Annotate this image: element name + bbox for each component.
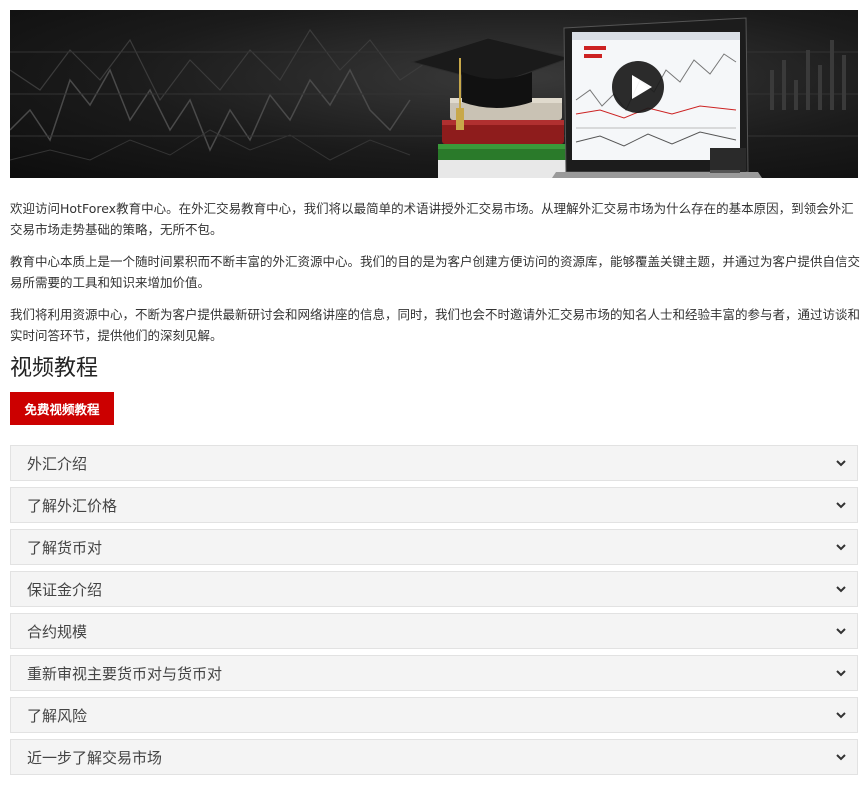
banner-illustration — [10, 17, 858, 178]
chevron-down-icon[interactable] — [835, 541, 847, 553]
chevron-down-icon[interactable] — [835, 667, 847, 679]
accordion-item-currency-pairs[interactable]: 了解货币对 — [10, 529, 858, 565]
accordion-item-label: 了解外汇价格 — [27, 497, 118, 515]
accordion-item-label: 近一步了解交易市场 — [27, 749, 163, 767]
intro-paragraph-3: 我们将利用资源中心，不断为客户提供最新研讨会和网络讲座的信息，同时，我们也会不时… — [10, 307, 861, 343]
chevron-down-icon[interactable] — [835, 625, 847, 637]
accordion-item-understanding-risk[interactable]: 了解风险 — [10, 697, 858, 733]
free-video-tutorials-button[interactable]: 免费视频教程 — [10, 392, 114, 425]
accordion-item-forex-intro[interactable]: 外汇介绍 — [10, 445, 858, 481]
chevron-down-icon[interactable] — [835, 583, 847, 595]
video-tutorials-heading: 视频教程 — [10, 356, 99, 381]
accordion-item-label: 合约规模 — [27, 623, 88, 641]
chevron-down-icon[interactable] — [835, 499, 847, 511]
intro-paragraph-1: 欢迎访问HotForex教育中心。在外汇交易教育中心，我们将以最简单的术语讲授外… — [10, 201, 854, 237]
page: 欢迎访问HotForex教育中心。在外汇交易教育中心，我们将以最简单的术语讲授外… — [0, 0, 868, 786]
accordion-item-trading-market-deeper[interactable]: 近一步了解交易市场 — [10, 739, 858, 775]
intro-text: 欢迎访问HotForex教育中心。在外汇交易教育中心，我们将以最简单的术语讲授外… — [10, 198, 860, 357]
play-icon[interactable] — [612, 61, 664, 113]
tutorial-accordion: 外汇介绍 了解外汇价格 了解货币对 保证金介绍 合约规模 重新审视主要货币对与货… — [10, 445, 858, 781]
chevron-down-icon[interactable] — [835, 709, 847, 721]
accordion-item-label: 保证金介绍 — [27, 581, 103, 599]
accordion-item-margin-intro[interactable]: 保证金介绍 — [10, 571, 858, 607]
intro-paragraph-2: 教育中心本质上是一个随时间累积而不断丰富的外汇资源中心。我们的目的是为客户创建方… — [10, 254, 861, 290]
accordion-item-label: 了解风险 — [27, 707, 88, 725]
accordion-item-label: 了解货币对 — [27, 539, 103, 557]
accordion-item-forex-prices[interactable]: 了解外汇价格 — [10, 487, 858, 523]
accordion-item-major-pairs-revisited[interactable]: 重新审视主要货币对与货币对 — [10, 655, 858, 691]
accordion-item-label: 外汇介绍 — [27, 455, 88, 473]
accordion-item-label: 重新审视主要货币对与货币对 — [27, 665, 223, 683]
play-glyph — [632, 75, 652, 99]
chevron-down-icon[interactable] — [835, 457, 847, 469]
accordion-item-contract-size[interactable]: 合约规模 — [10, 613, 858, 649]
chevron-down-icon[interactable] — [835, 751, 847, 763]
education-banner[interactable] — [10, 10, 858, 178]
